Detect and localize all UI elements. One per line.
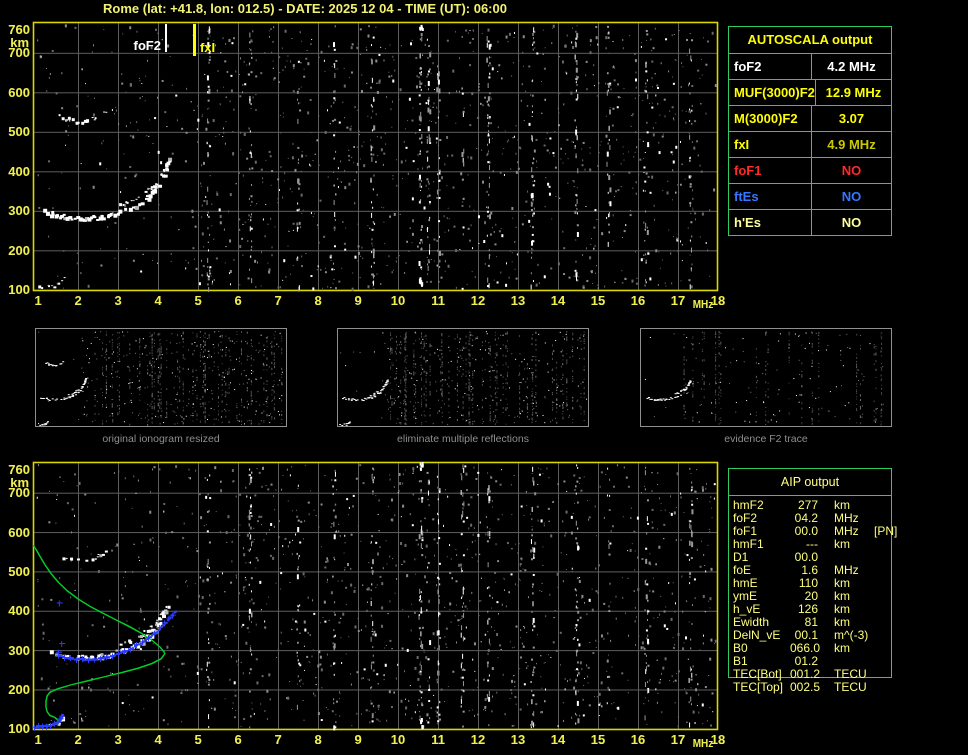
aip-extra <box>874 603 898 616</box>
aip-extra: [PN] <box>874 524 898 538</box>
thumbnail-caption: eliminate multiple reflections <box>397 433 529 445</box>
table-row: foF1 NO <box>729 157 891 183</box>
aip-ionogram-canvas <box>0 456 725 755</box>
table-row: ftEs NO <box>729 183 891 209</box>
param-label-fxI: fxI <box>729 132 812 157</box>
aip-extra <box>874 564 898 577</box>
autoscaled-ionogram-canvas <box>0 16 725 312</box>
table-row: MUF(3000)F2 12.9 MHz <box>729 79 891 105</box>
param-value-hEs: NO <box>841 215 862 230</box>
param-label-foF2: foF2 <box>729 54 812 79</box>
aip-table-header: AIP output <box>729 469 891 496</box>
aip-extra <box>874 551 898 564</box>
table-row: M(3000)F2 3.07 <box>729 105 891 131</box>
aip-extra <box>874 577 898 590</box>
thumbnail-evidence-f2-trace <box>640 328 892 427</box>
thumbnail-original-ionogram <box>35 328 287 427</box>
autoscala-window: Rome (lat: +41.8, lon: 012.5) - DATE: 20… <box>0 0 968 755</box>
aip-unit: km <box>834 641 850 655</box>
table-row: foF2 4.2 MHz <box>729 53 891 79</box>
aip-extra <box>874 668 898 681</box>
param-value-ftEs: NO <box>841 189 862 204</box>
param-value-foF1: NO <box>841 163 862 178</box>
aip-extra <box>874 616 898 629</box>
param-value-MUF3000F2: 12.9 MHz <box>825 85 882 100</box>
aip-extra <box>874 655 898 668</box>
table-row: TEC[Top] 002.5 TECU <box>728 681 898 694</box>
aip-unit: TECU <box>834 680 867 694</box>
aip-extra <box>874 590 898 603</box>
param-label-ftEs: ftEs <box>729 184 812 209</box>
autoscala-table-header: AUTOSCALA output <box>747 32 873 47</box>
aip-extra <box>874 642 898 655</box>
autoscala-output-table: AUTOSCALA output foF2 4.2 MHz MUF(3000)F… <box>728 26 892 236</box>
param-value-foF2: 4.2 MHz <box>827 59 876 74</box>
aip-extra <box>874 681 898 694</box>
aip-extra <box>874 629 898 642</box>
aip-output-rows: hmF2 277 km foF2 04.2 MHz foF1 00.0 MHz [PN] hm… <box>728 499 898 694</box>
param-label-M3000F2: M(3000)F2 <box>729 106 812 131</box>
thumbnail-caption: evidence F2 trace <box>724 433 808 445</box>
table-row: h'Es NO <box>729 209 891 235</box>
param-label-hEs: h'Es <box>729 210 812 235</box>
aip-extra <box>874 538 898 551</box>
aip-label-TECTop: TEC[Top] <box>733 680 784 694</box>
param-value-M3000F2: 3.07 <box>838 111 865 126</box>
thumbnail-caption: original ionogram resized <box>102 433 220 445</box>
aip-extra <box>874 499 898 512</box>
param-label-foF1: foF1 <box>729 158 812 183</box>
aip-value-TECTop: 002.5 <box>790 680 821 694</box>
thumbnail-eliminate-reflections <box>337 328 589 427</box>
param-label-MUF3000F2: MUF(3000)F2 <box>729 80 816 105</box>
station-title: Rome (lat: +41.8, lon: 012.5) - DATE: 20… <box>103 1 507 16</box>
table-row: fxI 4.9 MHz <box>729 131 891 157</box>
aip-unit: km <box>834 537 850 551</box>
param-value-fxI: 4.9 MHz <box>827 137 876 152</box>
